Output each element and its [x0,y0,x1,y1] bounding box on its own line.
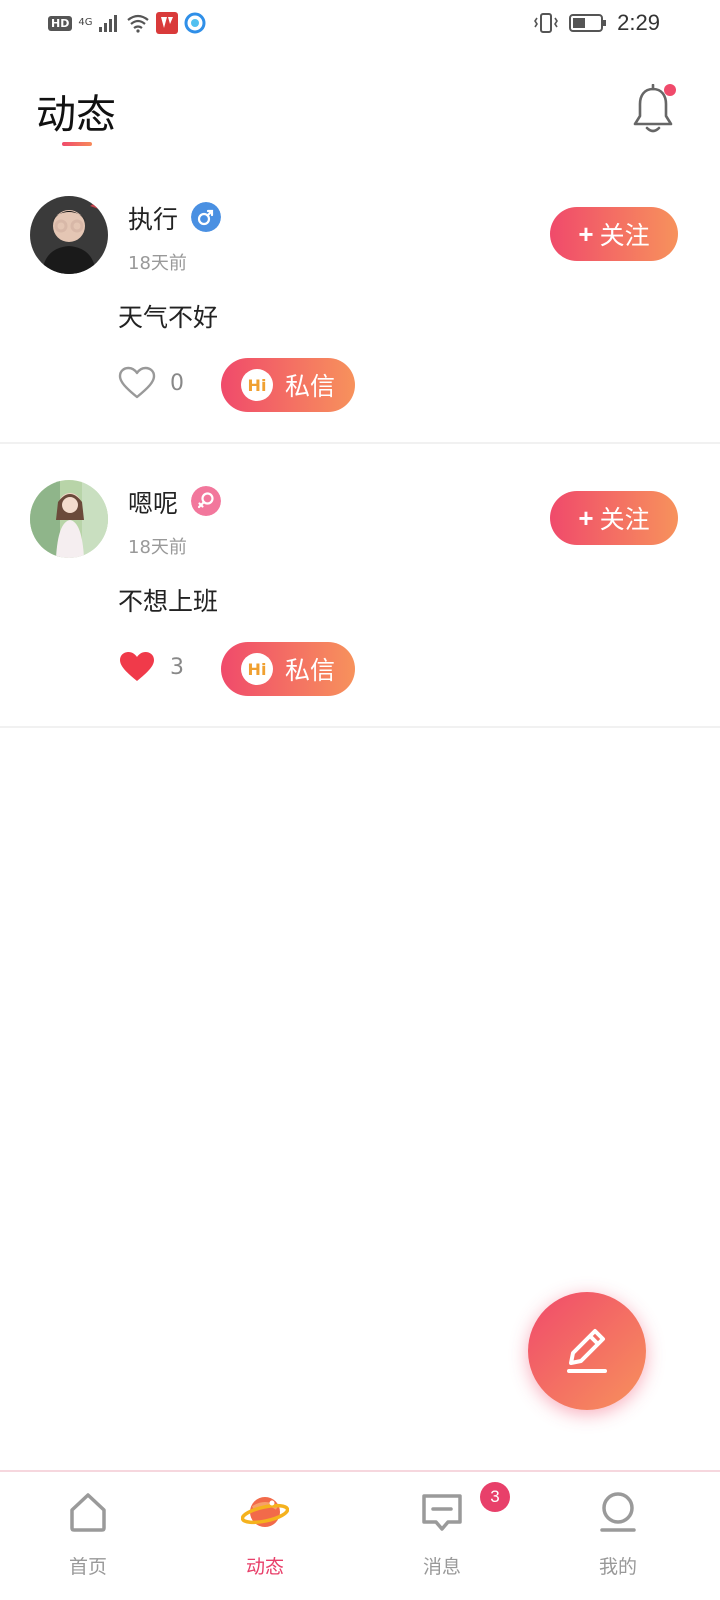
avatar[interactable] [30,196,108,274]
hi-icon: Hi [240,653,273,685]
vibrate-icon [534,13,559,33]
message-label: 私信 [284,372,335,401]
notification-dot [664,84,676,96]
hd-icon: HD [48,15,73,31]
nav-home-label: 首页 [68,1556,107,1578]
private-message-button[interactable]: Hi 私信 [221,642,355,696]
profile-icon [600,1492,636,1532]
status-right-icons: 2:29 [533,10,660,36]
title-underline [62,142,92,146]
bottom-navigation: 首页 动态 消息 3 我的 [0,1470,720,1600]
post-content: 不想上班 [118,587,219,616]
app-notification-icon [156,12,179,34]
follow-label: 关注 [599,222,650,250]
nav-moments[interactable]: 动态 [205,1482,325,1592]
post-time: 18天前 [128,253,187,274]
heart-outline-icon [118,366,156,399]
network-type: 4G [78,17,93,28]
username[interactable]: 嗯呢 [128,484,178,520]
signal-icon [99,15,118,32]
status-left-icons: HD 4G [48,12,206,34]
nav-mine[interactable]: 我的 [558,1482,678,1592]
home-icon [70,1493,106,1532]
message-label: 私信 [284,656,335,685]
post-time: 18天前 [128,537,187,558]
plus-icon: + [578,218,594,249]
post-card: 执行 18天前 + 关注 天气不好 0 Hi 私信 [0,160,720,444]
wifi-icon [127,14,150,33]
like-button[interactable]: 3 [118,650,184,684]
message-icon [422,1494,462,1531]
plus-icon: + [578,502,594,533]
browser-notification-icon [184,12,206,34]
like-button[interactable]: 0 [118,366,184,400]
nav-moments-label: 动态 [245,1556,284,1578]
follow-label: 关注 [599,506,650,534]
battery-icon [569,14,607,32]
female-gender-icon [191,486,221,516]
username[interactable]: 执行 [128,200,178,236]
clock: 2:29 [617,10,660,35]
nav-mine-label: 我的 [598,1556,637,1578]
status-bar: HD 4G 2:29 [0,0,720,50]
hi-icon: Hi [240,369,273,401]
planet-icon [241,1497,289,1527]
male-gender-icon [191,202,221,232]
follow-button[interactable]: + 关注 [550,207,678,261]
post-card: 嗯呢 18天前 + 关注 不想上班 3 Hi 私信 [0,444,720,728]
private-message-button[interactable]: Hi 私信 [221,358,355,412]
nav-home[interactable]: 首页 [28,1482,148,1592]
post-content: 天气不好 [118,303,219,332]
avatar[interactable] [30,480,108,558]
like-count: 0 [170,370,184,396]
heart-filled-icon [120,652,154,681]
unread-count-badge: 3 [480,1482,510,1512]
compose-post-button[interactable] [528,1292,646,1410]
like-count: 3 [170,654,184,680]
pencil-icon [567,1329,607,1373]
page-title: 动态 [36,92,116,138]
nav-messages-label: 消息 [422,1556,461,1578]
follow-button[interactable]: + 关注 [550,491,678,545]
